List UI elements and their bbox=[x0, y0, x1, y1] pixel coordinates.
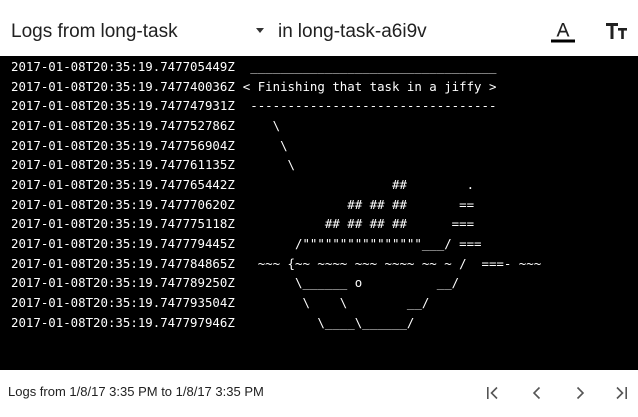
log-timestamp: 2017-01-08T20:35:19.747789250Z bbox=[11, 275, 235, 290]
log-timestamp: 2017-01-08T20:35:19.747761135Z bbox=[11, 157, 235, 172]
text-color-icon bbox=[551, 23, 575, 43]
log-line: 2017-01-08T20:35:19.747705449Z _________… bbox=[11, 57, 496, 77]
text-size-button[interactable] bbox=[604, 16, 636, 48]
logs-from-label: Logs from bbox=[11, 21, 96, 42]
container-select[interactable]: Logs from long-task bbox=[11, 18, 178, 46]
last-page-icon bbox=[616, 386, 627, 400]
log-message: _________________________________ bbox=[242, 59, 497, 74]
log-line: 2017-01-08T20:35:19.747756904Z \ bbox=[11, 136, 288, 156]
log-message: --------------------------------- bbox=[242, 98, 497, 113]
log-timestamp: 2017-01-08T20:35:19.747770620Z bbox=[11, 197, 235, 212]
log-line: 2017-01-08T20:35:19.747784865Z ~~~ {~~ ~… bbox=[11, 254, 541, 274]
log-message: ## ## ## == bbox=[242, 197, 475, 212]
log-message: \ bbox=[242, 138, 288, 153]
log-message: ## ## ## ## === bbox=[242, 216, 475, 231]
pod-label: in long-task-a6i9v bbox=[278, 18, 427, 46]
log-line: 2017-01-08T20:35:19.747779445Z /""""""""… bbox=[11, 234, 482, 254]
log-range-text: Logs from 1/8/17 3:35 PM to 1/8/17 3:35 … bbox=[8, 384, 264, 399]
log-message: /""""""""""""""""___/ === bbox=[242, 236, 482, 251]
logs-footer: Logs from 1/8/17 3:35 PM to 1/8/17 3:35 … bbox=[0, 370, 638, 417]
last-page-button[interactable] bbox=[608, 380, 634, 406]
log-line: 2017-01-08T20:35:19.747775118Z ## ## ## … bbox=[11, 214, 474, 234]
logs-header: Logs from long-task in long-task-a6i9v bbox=[0, 0, 638, 60]
first-page-icon bbox=[487, 386, 498, 400]
in-label: in bbox=[278, 21, 293, 42]
next-page-button[interactable] bbox=[567, 380, 593, 406]
log-timestamp: 2017-01-08T20:35:19.747793504Z bbox=[11, 295, 235, 310]
log-timestamp: 2017-01-08T20:35:19.747740036Z bbox=[11, 79, 235, 94]
log-line: 2017-01-08T20:35:19.747747931Z ---------… bbox=[11, 96, 496, 116]
log-message: ## . bbox=[242, 177, 475, 192]
log-message: \______ o __/ bbox=[242, 275, 460, 290]
log-line: 2017-01-08T20:35:19.747797946Z \____\___… bbox=[11, 313, 414, 333]
log-timestamp: 2017-01-08T20:35:19.747756904Z bbox=[11, 138, 235, 153]
log-timestamp: 2017-01-08T20:35:19.747705449Z bbox=[11, 59, 235, 74]
text-color-button[interactable] bbox=[547, 16, 579, 48]
container-name: long-task bbox=[100, 21, 178, 42]
log-message: \ bbox=[242, 157, 296, 172]
logs-viewer: Logs from long-task in long-task-a6i9v 2… bbox=[0, 0, 638, 417]
pod-name: long-task-a6i9v bbox=[297, 21, 427, 42]
first-page-button[interactable] bbox=[480, 380, 506, 406]
log-timestamp: 2017-01-08T20:35:19.747797946Z bbox=[11, 315, 235, 330]
log-message: \____\______/ bbox=[242, 315, 415, 330]
log-timestamp: 2017-01-08T20:35:19.747765442Z bbox=[11, 177, 235, 192]
log-message: < Finishing that task in a jiffy > bbox=[242, 79, 497, 94]
log-timestamp: 2017-01-08T20:35:19.747747931Z bbox=[11, 98, 235, 113]
log-message: \ bbox=[242, 118, 281, 133]
log-line: 2017-01-08T20:35:19.747789250Z \______ o… bbox=[11, 273, 459, 293]
log-timestamp: 2017-01-08T20:35:19.747752786Z bbox=[11, 118, 235, 133]
log-message: ~~~ {~~ ~~~~ ~~~ ~~~~ ~~ ~ / ===- ~~~ bbox=[242, 256, 542, 271]
previous-page-icon bbox=[532, 386, 541, 400]
previous-page-button[interactable] bbox=[524, 380, 550, 406]
log-line: 2017-01-08T20:35:19.747752786Z \ bbox=[11, 116, 280, 136]
dropdown-arrow-icon[interactable] bbox=[256, 28, 264, 33]
log-line: 2017-01-08T20:35:19.747770620Z ## ## ## … bbox=[11, 195, 474, 215]
log-line: 2017-01-08T20:35:19.747793504Z \ \ __/ bbox=[11, 293, 429, 313]
log-timestamp: 2017-01-08T20:35:19.747784865Z bbox=[11, 256, 235, 271]
text-size-icon bbox=[606, 23, 627, 39]
next-page-icon bbox=[576, 386, 585, 400]
log-message: \ \ __/ bbox=[242, 295, 430, 310]
log-line: 2017-01-08T20:35:19.747765442Z ## . bbox=[11, 175, 474, 195]
log-line: 2017-01-08T20:35:19.747740036Z < Finishin… bbox=[11, 77, 496, 97]
log-output: 2017-01-08T20:35:19.747705449Z _________… bbox=[0, 56, 638, 370]
log-timestamp: 2017-01-08T20:35:19.747775118Z bbox=[11, 216, 235, 231]
log-line: 2017-01-08T20:35:19.747761135Z \ bbox=[11, 155, 295, 175]
log-timestamp: 2017-01-08T20:35:19.747779445Z bbox=[11, 236, 235, 251]
